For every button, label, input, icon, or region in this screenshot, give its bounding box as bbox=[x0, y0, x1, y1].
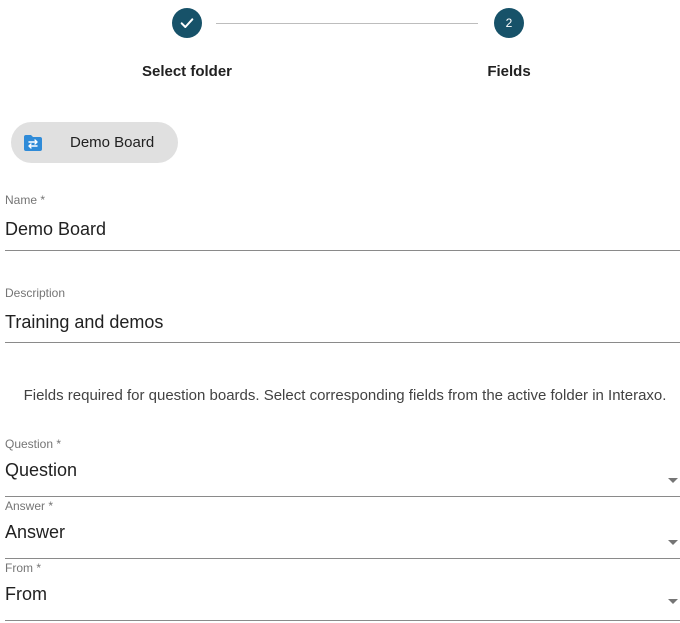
name-field-underline bbox=[5, 250, 680, 251]
folder-chip[interactable]: Demo Board bbox=[11, 122, 178, 163]
folder-switch-icon bbox=[22, 132, 44, 154]
description-field-underline bbox=[5, 342, 680, 343]
from-select[interactable]: From * From bbox=[5, 561, 680, 623]
step-2-label[interactable]: Fields bbox=[487, 63, 530, 80]
answer-select-label: Answer * bbox=[5, 499, 54, 513]
name-field[interactable]: Name * Demo Board bbox=[5, 193, 680, 253]
step-2-badge[interactable]: 2 bbox=[494, 8, 524, 38]
description-field-label: Description bbox=[5, 286, 66, 300]
answer-select[interactable]: Answer * Answer bbox=[5, 499, 680, 561]
check-icon bbox=[180, 18, 194, 28]
question-select-underline bbox=[5, 496, 680, 497]
dropdown-arrow-icon[interactable] bbox=[668, 599, 678, 604]
name-field-value[interactable]: Demo Board bbox=[5, 218, 680, 240]
description-field-value[interactable]: Training and demos bbox=[5, 311, 680, 333]
dropdown-arrow-icon[interactable] bbox=[668, 540, 678, 545]
answer-select-value[interactable]: Answer bbox=[5, 521, 680, 543]
step-1-completed-badge[interactable] bbox=[172, 8, 202, 38]
name-field-label: Name * bbox=[5, 193, 46, 207]
question-select-label: Question * bbox=[5, 437, 62, 451]
question-select[interactable]: Question * Question bbox=[5, 437, 680, 499]
question-select-value[interactable]: Question bbox=[5, 459, 680, 481]
from-select-label: From * bbox=[5, 561, 41, 575]
step-1-label[interactable]: Select folder bbox=[142, 63, 232, 80]
from-select-underline bbox=[5, 620, 680, 621]
description-field[interactable]: Description Training and demos bbox=[5, 286, 680, 346]
from-select-value[interactable]: From bbox=[5, 583, 680, 605]
stepper-connector bbox=[216, 23, 478, 24]
folder-chip-label: Demo Board bbox=[70, 134, 155, 151]
answer-select-underline bbox=[5, 558, 680, 559]
stepper: 2 Select folder Fields bbox=[0, 0, 680, 95]
dropdown-arrow-icon[interactable] bbox=[668, 478, 678, 483]
step-2-number: 2 bbox=[505, 16, 513, 30]
fields-info-text: Fields required for question boards. Sel… bbox=[23, 387, 667, 404]
